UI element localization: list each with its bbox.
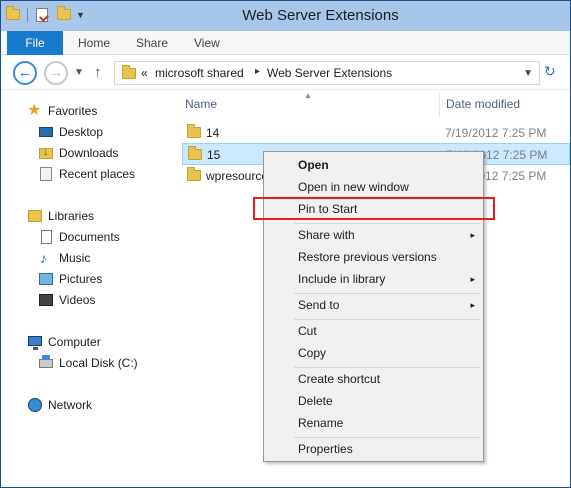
address-dropdown-icon[interactable]: ▼ [523,68,533,79]
nav-label: Network [48,398,93,412]
sort-ascending-icon: ▲ [304,91,312,100]
pictures-icon [38,271,54,287]
computer-icon [27,334,43,350]
videos-icon [38,292,54,308]
navigation-pane: ★ Favorites Desktop Downloads Recent pla… [1,91,169,487]
file-row[interactable]: 14 7/19/2012 7:25 PM [182,122,570,144]
column-divider[interactable] [439,93,440,117]
menu-label: Copy [298,346,327,360]
recent-locations-chevron-icon[interactable]: ▼ [74,67,84,78]
menu-item-cut[interactable]: Cut [264,320,483,342]
breadcrumb-arrow-icon[interactable]: ▸ [255,66,260,77]
ribbon-tabs: File Home Share View [1,31,570,55]
folder-icon [187,146,203,163]
menu-label: Restore previous versions [298,250,437,264]
nav-documents[interactable]: Documents [38,227,120,247]
menu-item-open[interactable]: Open [264,154,483,176]
menu-item-copy[interactable]: Copy [264,342,483,364]
file-name: 14 [206,126,220,140]
nav-desktop[interactable]: Desktop [38,122,103,142]
explorer-window: ▼ Web Server Extensions File Home Share … [0,0,571,488]
menu-label: Properties [298,442,353,456]
nav-label: Desktop [59,125,104,139]
nav-recent-places[interactable]: Recent places [38,164,135,184]
tab-share[interactable]: Share [136,31,168,55]
nav-downloads[interactable]: Downloads [38,143,118,163]
menu-label: Delete [298,394,333,408]
tab-view[interactable]: View [194,31,220,55]
forward-button[interactable] [44,61,68,85]
documents-icon [38,229,54,245]
menu-item-share-with[interactable]: Share with ▸ [264,224,483,246]
star-icon: ★ [27,102,42,119]
title-bar: ▼ Web Server Extensions [1,1,570,31]
network-icon [27,397,43,413]
menu-label: Rename [298,416,344,430]
menu-label: Include in library [298,272,386,286]
breadcrumb-microsoft-shared[interactable]: microsoft shared [155,66,244,80]
menu-item-send-to[interactable]: Send to ▸ [264,294,483,316]
column-header-name[interactable]: Name [185,97,217,111]
nav-label: Videos [59,293,96,307]
folder-icon [186,167,202,184]
menu-label: Open in new window [298,180,409,194]
up-arrow-icon[interactable]: ↑ [94,64,102,81]
nav-libraries[interactable]: Libraries [27,206,94,226]
nav-label: Documents [59,230,120,244]
menu-item-include-in-library[interactable]: Include in library ▸ [264,268,483,290]
annotation-highlight-box [253,197,495,220]
downloads-icon [38,145,54,161]
window-title: Web Server Extensions [242,7,399,24]
nav-label: Pictures [59,272,103,286]
submenu-arrow-icon: ▸ [470,230,475,240]
navigation-bar: ▼ ↑ « microsoft shared ▸ Web Server Exte… [1,56,570,90]
file-date: 7/19/2012 7:25 PM [445,126,547,140]
menu-label: Send to [298,298,340,312]
nav-music[interactable]: ♪ Music [38,248,90,268]
music-icon: ♪ [40,250,47,266]
libraries-icon [27,208,43,224]
submenu-arrow-icon: ▸ [470,274,475,284]
refresh-icon[interactable]: ↻ [544,63,556,80]
breadcrumb-web-server-extensions[interactable]: Web Server Extensions [267,66,392,80]
nav-pictures[interactable]: Pictures [38,269,102,289]
recent-places-icon [38,166,54,182]
nav-label: Favorites [48,104,98,118]
menu-item-delete[interactable]: Delete [264,390,483,412]
nav-label: Recent places [59,167,136,181]
menu-label: Open [298,158,329,172]
menu-label: Share with [298,228,355,242]
folder-icon [121,65,137,82]
nav-local-disk[interactable]: Local Disk (C:) [38,353,138,373]
menu-item-rename[interactable]: Rename [264,412,483,434]
menu-item-open-in-new-window[interactable]: Open in new window [264,176,483,198]
tab-home[interactable]: Home [78,31,110,55]
back-button[interactable] [13,61,37,85]
nav-network[interactable]: Network [27,395,92,415]
submenu-arrow-icon: ▸ [470,300,475,310]
nav-videos[interactable]: Videos [38,290,95,310]
breadcrumb-overflow[interactable]: « [141,66,148,80]
nav-label: Downloads [59,146,119,160]
menu-item-restore-previous-versions[interactable]: Restore previous versions [264,246,483,268]
folder-icon [186,124,202,141]
menu-item-create-shortcut[interactable]: Create shortcut [264,368,483,390]
tab-file[interactable]: File [7,31,63,55]
address-bar[interactable]: « microsoft shared ▸ Web Server Extensio… [114,61,540,85]
menu-label: Create shortcut [298,372,381,386]
menu-item-properties[interactable]: Properties [264,438,483,460]
column-header-date-modified[interactable]: Date modified [446,97,520,111]
nav-label: Local Disk (C:) [59,356,138,370]
nav-computer[interactable]: Computer [27,332,101,352]
nav-label: Libraries [48,209,95,223]
nav-label: Music [59,251,91,265]
nav-favorites[interactable]: ★ Favorites [27,101,97,121]
desktop-icon [38,124,54,140]
nav-label: Computer [48,335,101,349]
hard-disk-icon [38,355,54,371]
file-name: 15 [207,148,221,162]
menu-label: Cut [298,324,317,338]
